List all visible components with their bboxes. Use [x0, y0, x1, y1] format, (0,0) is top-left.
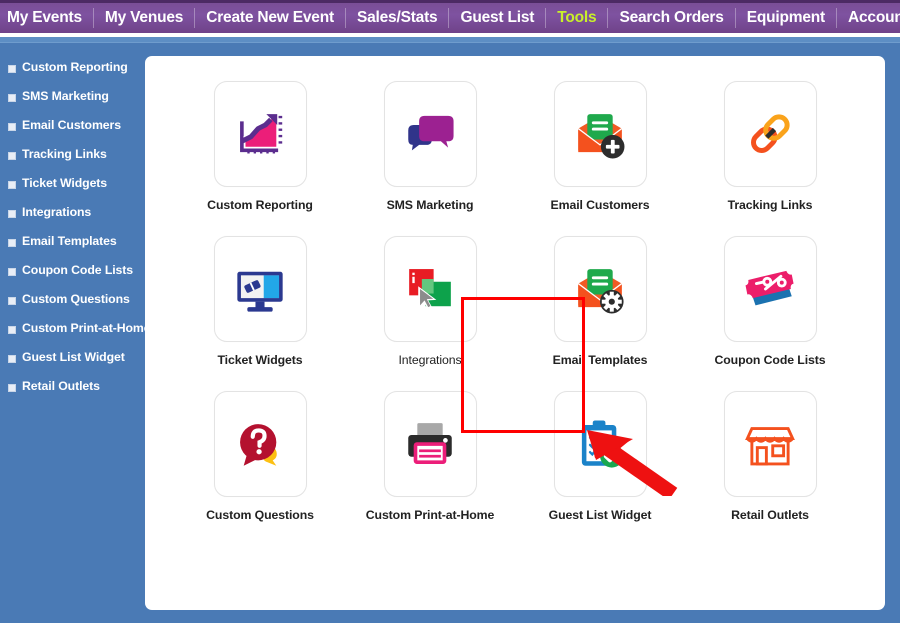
sidebar-item-label: Custom Print-at-Home [22, 321, 151, 335]
tool-tile-icon-box [723, 81, 817, 187]
sidebar-item-label: Tracking Links [22, 147, 107, 161]
sidebar-item-label: Custom Questions [22, 292, 130, 306]
sidebar-item-label: Email Customers [22, 118, 121, 132]
tool-tile-guest-list-widget[interactable]: Guest List Widget [515, 391, 685, 522]
tool-tile-label: Retail Outlets [731, 508, 809, 522]
bullet-square-icon [8, 297, 16, 305]
sidebar-item-custom-questions[interactable]: Custom Questions [0, 292, 145, 321]
sidebar-item-tracking-links[interactable]: Tracking Links [0, 147, 145, 176]
tool-tile-label: Ticket Widgets [217, 353, 303, 367]
tool-tile-icon-box [213, 236, 307, 342]
tool-tile-custom-print-at-home[interactable]: Custom Print-at-Home [345, 391, 515, 522]
nav-item-my-venues[interactable]: My Venues [94, 3, 194, 33]
tool-tile-label: Email Customers [550, 198, 650, 212]
tool-tile-integrations[interactable]: Integrations [345, 236, 515, 367]
sidebar-item-integrations[interactable]: Integrations [0, 205, 145, 234]
tool-tile-label: Coupon Code Lists [714, 353, 826, 367]
tool-tile-custom-reporting[interactable]: Custom Reporting [175, 81, 345, 212]
question-bubble-icon [231, 415, 289, 473]
clipboard-check-icon [571, 415, 629, 473]
bullet-square-icon [8, 239, 16, 247]
sidebar-item-email-customers[interactable]: Email Customers [0, 118, 145, 147]
printer-icon [401, 415, 459, 473]
tool-tile-retail-outlets[interactable]: Retail Outlets [685, 391, 855, 522]
tool-tile-email-templates[interactable]: Email Templates [515, 236, 685, 367]
tool-tile-label: Integrations [398, 353, 462, 367]
nav-item-tools[interactable]: Tools [546, 3, 607, 33]
sidebar-item-custom-print-at-home[interactable]: Custom Print-at-Home [0, 321, 151, 350]
bullet-square-icon [8, 181, 16, 189]
tool-tile-icon-box [723, 236, 817, 342]
tool-tile-icon-box [383, 236, 477, 342]
nav-item-guest-list[interactable]: Guest List [449, 3, 545, 33]
tool-tile-icon-box [553, 236, 647, 342]
sidebar-item-label: SMS Marketing [22, 89, 109, 103]
nav-item-create-new-event[interactable]: Create New Event [195, 3, 345, 33]
sidebar-item-label: Custom Reporting [22, 60, 128, 74]
storefront-icon [741, 415, 799, 473]
tool-tile-label: Custom Reporting [207, 198, 313, 212]
bullet-square-icon [8, 384, 16, 392]
tool-tile-icon-box [553, 81, 647, 187]
bullet-square-icon [8, 94, 16, 102]
top-navigation-bar: My Events My Venues Create New Event Sales/… [0, 0, 900, 33]
monitor-ticket-icon [231, 260, 289, 318]
tool-tile-ticket-widgets[interactable]: Ticket Widgets [175, 236, 345, 367]
tool-tile-coupon-code-lists[interactable]: Coupon Code Lists [685, 236, 855, 367]
tool-tile-label: Guest List Widget [548, 508, 652, 522]
overlapping-windows-cursor-icon [401, 260, 459, 318]
sidebar-item-guest-list-widget[interactable]: Guest List Widget [0, 350, 145, 379]
sidebar-item-label: Email Templates [22, 234, 117, 248]
chain-link-icon [741, 105, 799, 163]
sidebar-item-label: Guest List Widget [22, 350, 125, 364]
tool-tile-label: SMS Marketing [386, 198, 474, 212]
sidebar-item-label: Integrations [22, 205, 92, 219]
tool-tile-icon-box [553, 391, 647, 497]
tool-tile-label: Custom Questions [206, 508, 314, 522]
nav-item-sales-stats[interactable]: Sales/Stats [346, 3, 449, 33]
tool-tile-icon-box [723, 391, 817, 497]
tool-tile-tracking-links[interactable]: Tracking Links [685, 81, 855, 212]
bullet-square-icon [8, 355, 16, 363]
bullet-square-icon [8, 210, 16, 218]
bullet-square-icon [8, 65, 16, 73]
sidebar-item-retail-outlets[interactable]: Retail Outlets [0, 379, 145, 408]
chart-growth-icon [231, 105, 289, 163]
bullet-square-icon [8, 123, 16, 131]
sidebar-navigation: Custom Reporting SMS Marketing Email Custo… [0, 43, 151, 623]
tool-tile-icon-box [383, 391, 477, 497]
envelope-plus-icon [571, 105, 629, 163]
tool-tile-icon-box [213, 81, 307, 187]
tools-tile-grid: Custom Reporting SMS Marketing Email Cus… [175, 81, 855, 522]
tool-tile-sms-marketing[interactable]: SMS Marketing [345, 81, 515, 212]
tool-tile-label: Email Templates [552, 353, 648, 367]
tool-tile-custom-questions[interactable]: Custom Questions [175, 391, 345, 522]
speech-bubbles-icon [401, 105, 459, 163]
tool-tile-icon-box [383, 81, 477, 187]
tool-tile-label: Tracking Links [727, 198, 813, 212]
sidebar-item-sms-marketing[interactable]: SMS Marketing [0, 89, 145, 118]
tools-content-panel: Custom Reporting SMS Marketing Email Cus… [145, 56, 885, 610]
bullet-square-icon [8, 326, 16, 334]
bullet-square-icon [8, 152, 16, 160]
page-body: Custom Reporting SMS Marketing Email Custo… [0, 43, 900, 623]
tool-tile-email-customers[interactable]: Email Customers [515, 81, 685, 212]
sidebar-item-label: Ticket Widgets [22, 176, 108, 190]
tool-tile-icon-box [213, 391, 307, 497]
sidebar-item-ticket-widgets[interactable]: Ticket Widgets [0, 176, 145, 205]
nav-item-my-events[interactable]: My Events [0, 3, 93, 33]
sidebar-item-custom-reporting[interactable]: Custom Reporting [0, 60, 145, 89]
nav-item-accounting[interactable]: Accounting [837, 3, 900, 33]
envelope-gear-icon [571, 260, 629, 318]
tool-tile-label: Custom Print-at-Home [365, 508, 495, 522]
sidebar-item-email-templates[interactable]: Email Templates [0, 234, 145, 263]
percent-coupon-icon [741, 260, 799, 318]
sidebar-item-label: Retail Outlets [22, 379, 100, 393]
sidebar-item-coupon-code-lists[interactable]: Coupon Code Lists [0, 263, 145, 292]
nav-item-search-orders[interactable]: Search Orders [608, 3, 734, 33]
bullet-square-icon [8, 268, 16, 276]
nav-item-equipment[interactable]: Equipment [736, 3, 836, 33]
sidebar-item-label: Coupon Code Lists [22, 263, 134, 277]
